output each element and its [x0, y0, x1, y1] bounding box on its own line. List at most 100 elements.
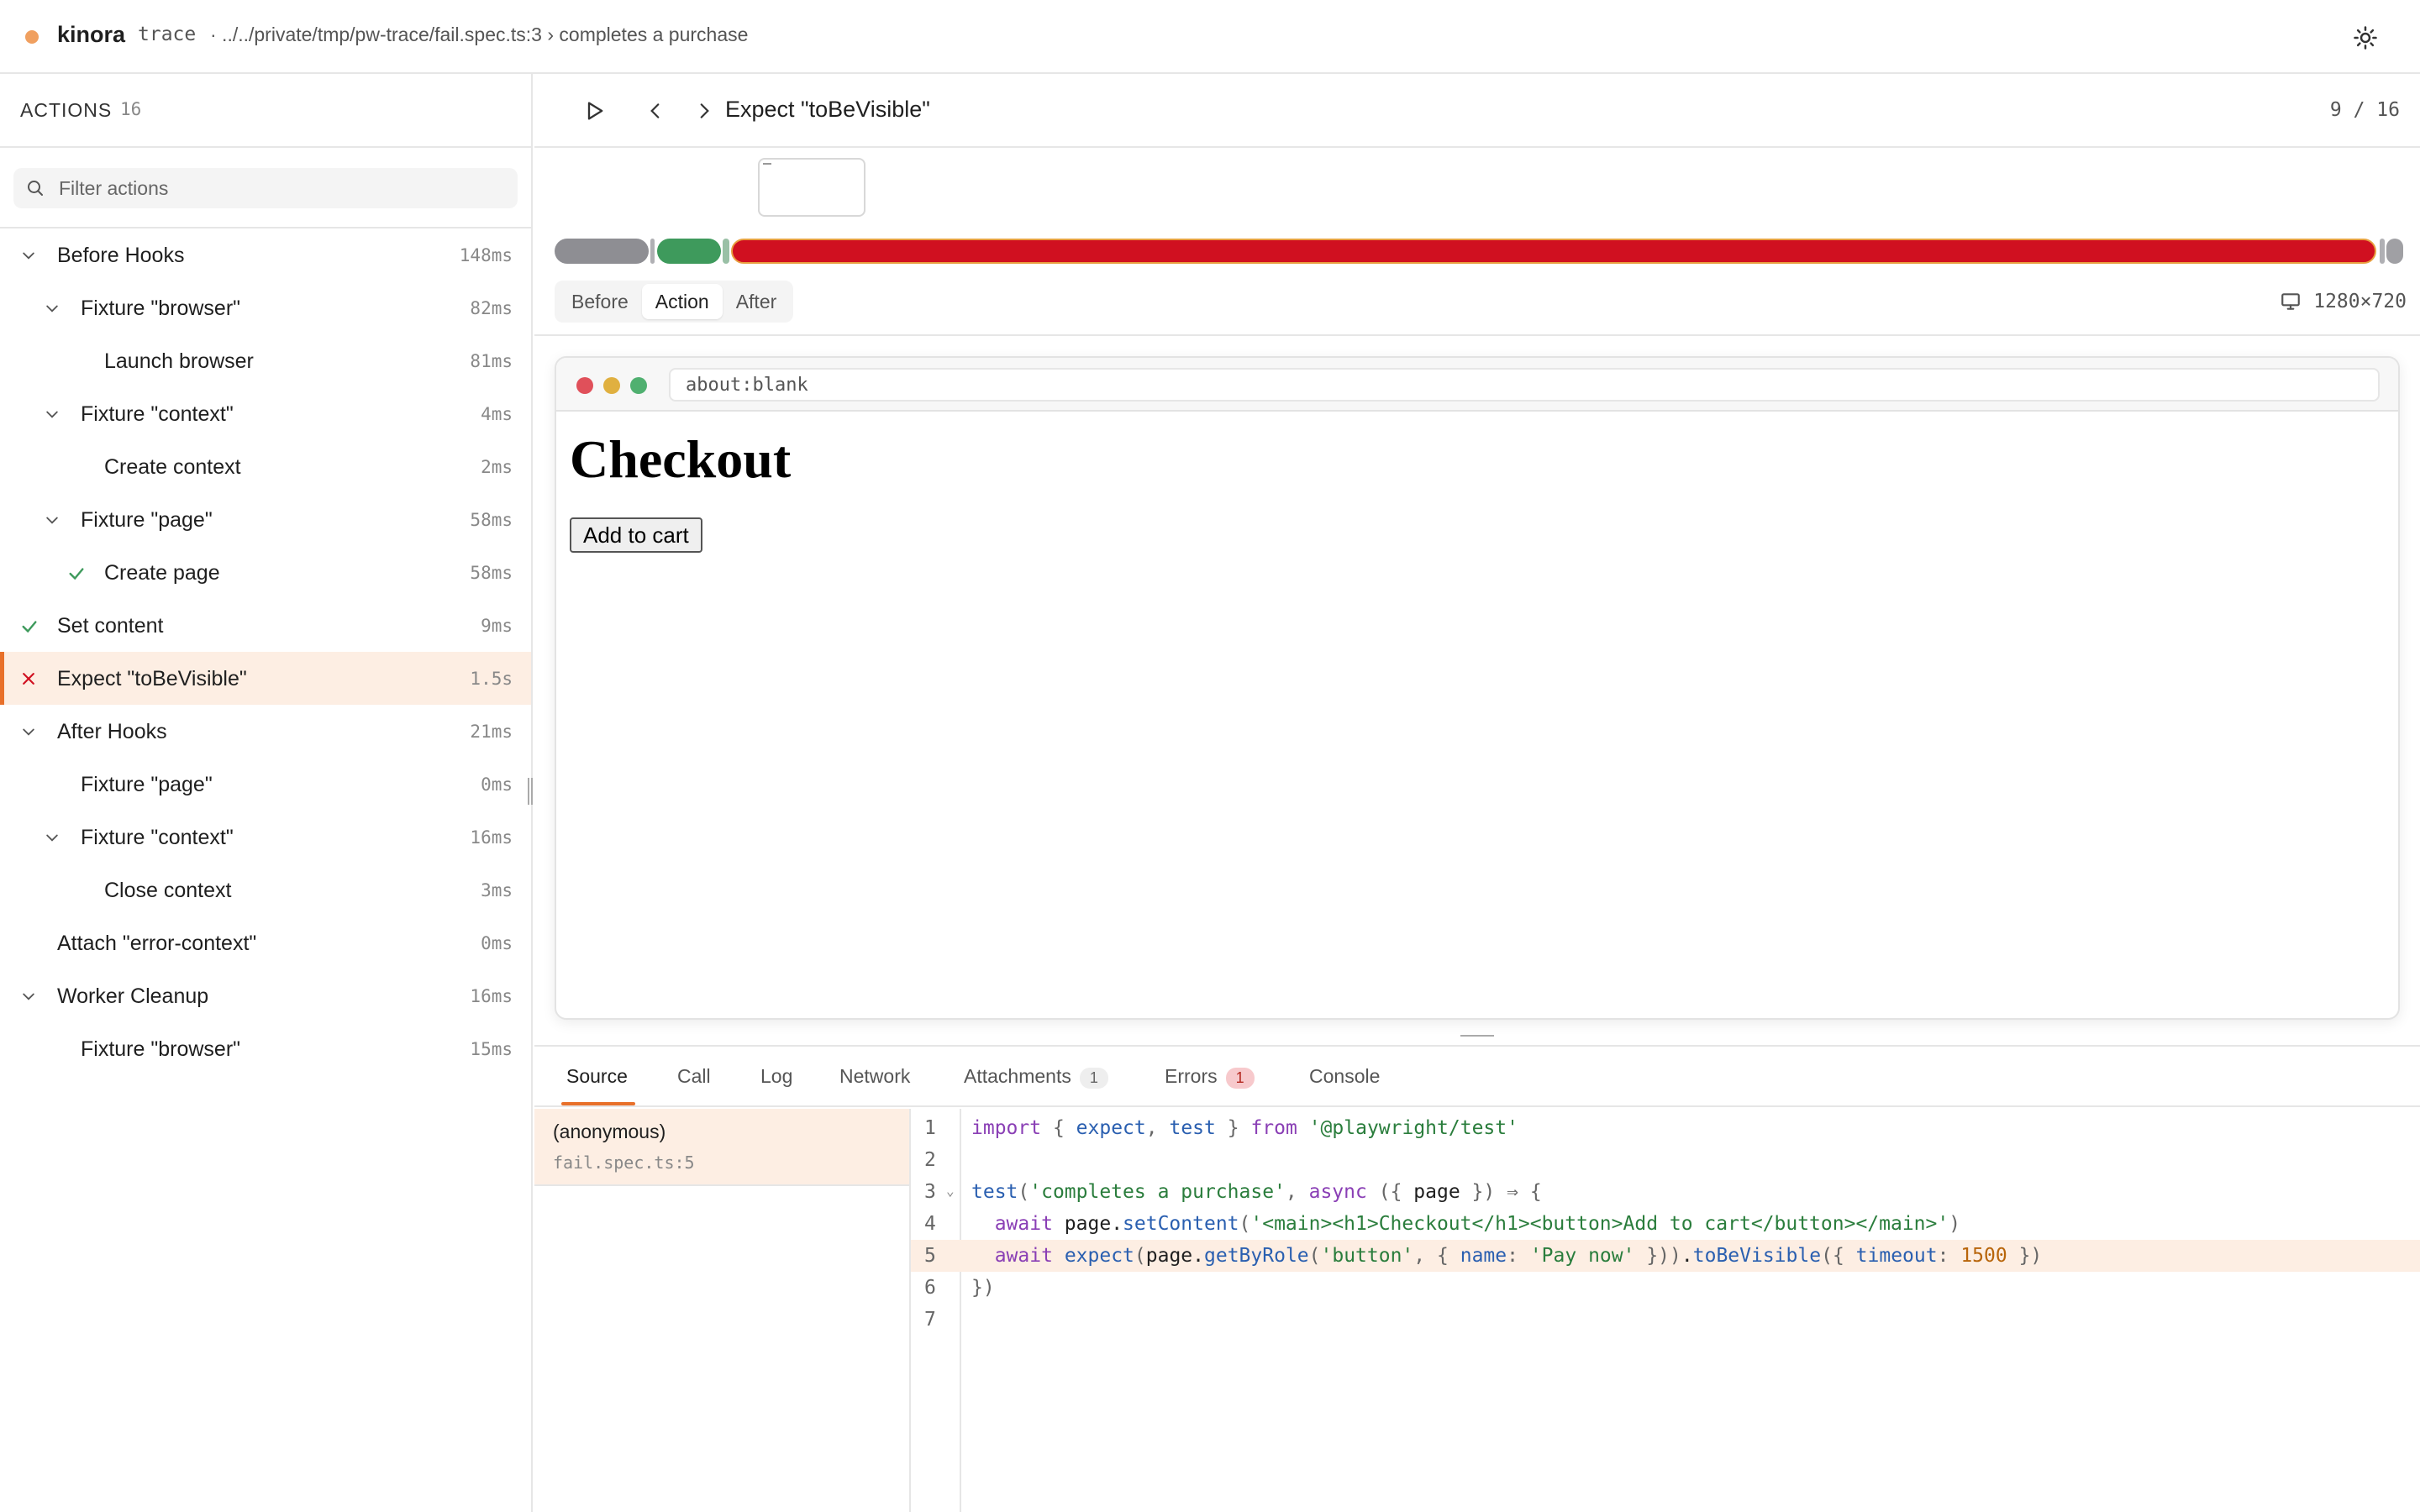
timeline-segment[interactable]	[723, 239, 729, 264]
chevron-down-icon[interactable]	[20, 988, 37, 1005]
snapshot-tabs: Before Action After	[555, 281, 794, 323]
tab-action[interactable]: Action	[641, 284, 723, 319]
chevron-right-icon	[700, 103, 709, 118]
action-item[interactable]: Fixture "browser" 82ms	[0, 281, 531, 334]
action-item[interactable]: Fixture "page" 58ms	[0, 493, 531, 546]
timeline-segment[interactable]	[657, 239, 721, 264]
theme-toggle-button[interactable]	[2349, 22, 2381, 54]
action-duration: 1.5s	[470, 669, 513, 689]
action-item[interactable]: Before Hooks 148ms	[0, 228, 531, 281]
timeline-segment-selected[interactable]	[731, 239, 2376, 264]
tab-log[interactable]: Log	[760, 1065, 792, 1088]
stack-frame[interactable]: (anonymous) fail.spec.ts:5	[534, 1109, 909, 1186]
app-name: kinora	[57, 22, 126, 47]
tab-attachments[interactable]: Attachments 1	[964, 1065, 1108, 1089]
action-label: Fixture "page"	[81, 508, 213, 532]
action-duration: 3ms	[481, 880, 513, 900]
code-line: 2	[911, 1144, 2420, 1176]
tab-network[interactable]: Network	[839, 1065, 910, 1088]
action-item[interactable]: Expect "toBeVisible" 1.5s	[0, 652, 531, 705]
action-duration: 58ms	[470, 510, 513, 530]
tab-errors[interactable]: Errors 1	[1165, 1065, 1255, 1089]
code-text: })	[971, 1277, 995, 1299]
action-item[interactable]: Fixture "context" 16ms	[0, 811, 531, 864]
action-duration: 81ms	[470, 351, 513, 371]
top-bar: kinora trace · ../../private/tmp/pw-trac…	[0, 0, 2420, 74]
code-line: 6})	[911, 1272, 2420, 1304]
chevron-down-icon[interactable]	[44, 406, 60, 423]
tab-before[interactable]: Before	[558, 284, 642, 319]
action-label: Attach "error-context"	[57, 932, 257, 955]
actions-header: ACTIONS 16	[0, 74, 531, 148]
action-item[interactable]: Set content 9ms	[0, 599, 531, 652]
action-item[interactable]: Attach "error-context" 0ms	[0, 916, 531, 969]
trace-tag: trace	[138, 24, 197, 45]
tab-call[interactable]: Call	[677, 1065, 711, 1088]
code-line: 3 ⌄ test('completes a purchase', async ({ …	[911, 1176, 2420, 1208]
details-panel: Source Call Log Network Attachments 1 Err…	[534, 1045, 2420, 1512]
fold-chevron-icon[interactable]: ⌄	[946, 1183, 955, 1199]
action-item[interactable]: Close context 3ms	[0, 864, 531, 916]
film-strip-thumbnail[interactable]	[758, 158, 865, 217]
line-number: 4	[924, 1213, 936, 1235]
viewport-size: 1280×720	[2313, 291, 2407, 312]
action-toolbar: Expect "toBeVisible" 9 / 16	[534, 74, 2420, 148]
code-line: 1 import { expect, test } from '@playwrig…	[911, 1112, 2420, 1144]
breadcrumb: · ../../private/tmp/pw-trace/fail.spec.t…	[210, 24, 749, 45]
code-text: await expect(page.getByRole('button', { …	[994, 1245, 2043, 1267]
add-to-cart-button[interactable]: Add to cart	[570, 517, 702, 553]
previous-action-button[interactable]	[639, 94, 672, 128]
timeline[interactable]	[555, 239, 2403, 264]
action-item[interactable]: Fixture "browser" 15ms	[0, 1022, 531, 1075]
snapshot-browser-frame: about:blank Checkout Add to cart	[555, 356, 2400, 1020]
action-label: Launch browser	[104, 349, 254, 373]
action-item[interactable]: Launch browser 81ms	[0, 334, 531, 387]
filter-box	[13, 168, 518, 208]
maximize-light-icon	[630, 377, 647, 394]
action-tree: Before Hooks 148ms Fixture "browser" 82ms La…	[0, 228, 531, 1075]
action-item[interactable]: Worker Cleanup 16ms	[0, 969, 531, 1022]
action-label: Create page	[104, 561, 220, 585]
filter-input[interactable]	[59, 173, 504, 203]
action-item[interactable]: Create page 58ms	[0, 546, 531, 599]
page-heading: Checkout	[570, 429, 792, 489]
active-tab-indicator	[561, 1102, 635, 1105]
check-icon	[67, 564, 84, 581]
action-item[interactable]: Fixture "context" 4ms	[0, 387, 531, 440]
chevron-down-icon[interactable]	[44, 829, 60, 846]
line-number: 6	[924, 1277, 936, 1299]
play-button[interactable]	[578, 94, 612, 128]
code-line: 5 await expect(page.getByRole('button', …	[911, 1240, 2420, 1272]
action-item[interactable]: Create context 2ms	[0, 440, 531, 493]
actions-count: 16	[120, 99, 142, 119]
search-icon	[28, 181, 43, 196]
tab-after[interactable]: After	[723, 284, 791, 319]
timeline-segment[interactable]	[555, 239, 649, 264]
action-label: Fixture "page"	[81, 773, 213, 796]
action-duration: 2ms	[481, 457, 513, 477]
stack-trace: (anonymous) fail.spec.ts:5	[534, 1109, 911, 1512]
action-label: Worker Cleanup	[57, 984, 209, 1008]
tab-console[interactable]: Console	[1309, 1065, 1380, 1088]
chevron-down-icon[interactable]	[44, 300, 60, 317]
chevron-down-icon[interactable]	[44, 512, 60, 528]
timeline-segment[interactable]	[2386, 239, 2403, 264]
x-icon	[20, 670, 37, 687]
timeline-segment[interactable]	[650, 239, 655, 264]
actions-sidebar: ACTIONS 16 Before Hooks 148ms Fixture "bro…	[0, 74, 533, 1512]
chevron-down-icon[interactable]	[20, 247, 37, 264]
tab-source[interactable]: Source	[566, 1065, 628, 1088]
action-item[interactable]: Fixture "page" 0ms	[0, 758, 531, 811]
action-duration: 16ms	[470, 827, 513, 848]
next-action-button[interactable]	[687, 94, 721, 128]
action-label: Fixture "context"	[81, 826, 234, 849]
browser-bar: about:blank	[556, 358, 2398, 412]
close-light-icon	[576, 377, 593, 394]
action-label: After Hooks	[57, 720, 167, 743]
sidebar-resize-handle[interactable]	[528, 778, 533, 805]
action-counter: 9 / 16	[2329, 99, 2400, 121]
chevron-down-icon[interactable]	[20, 723, 37, 740]
timeline-segment[interactable]	[2380, 239, 2385, 264]
action-item[interactable]: After Hooks 21ms	[0, 705, 531, 758]
action-duration: 0ms	[481, 774, 513, 795]
